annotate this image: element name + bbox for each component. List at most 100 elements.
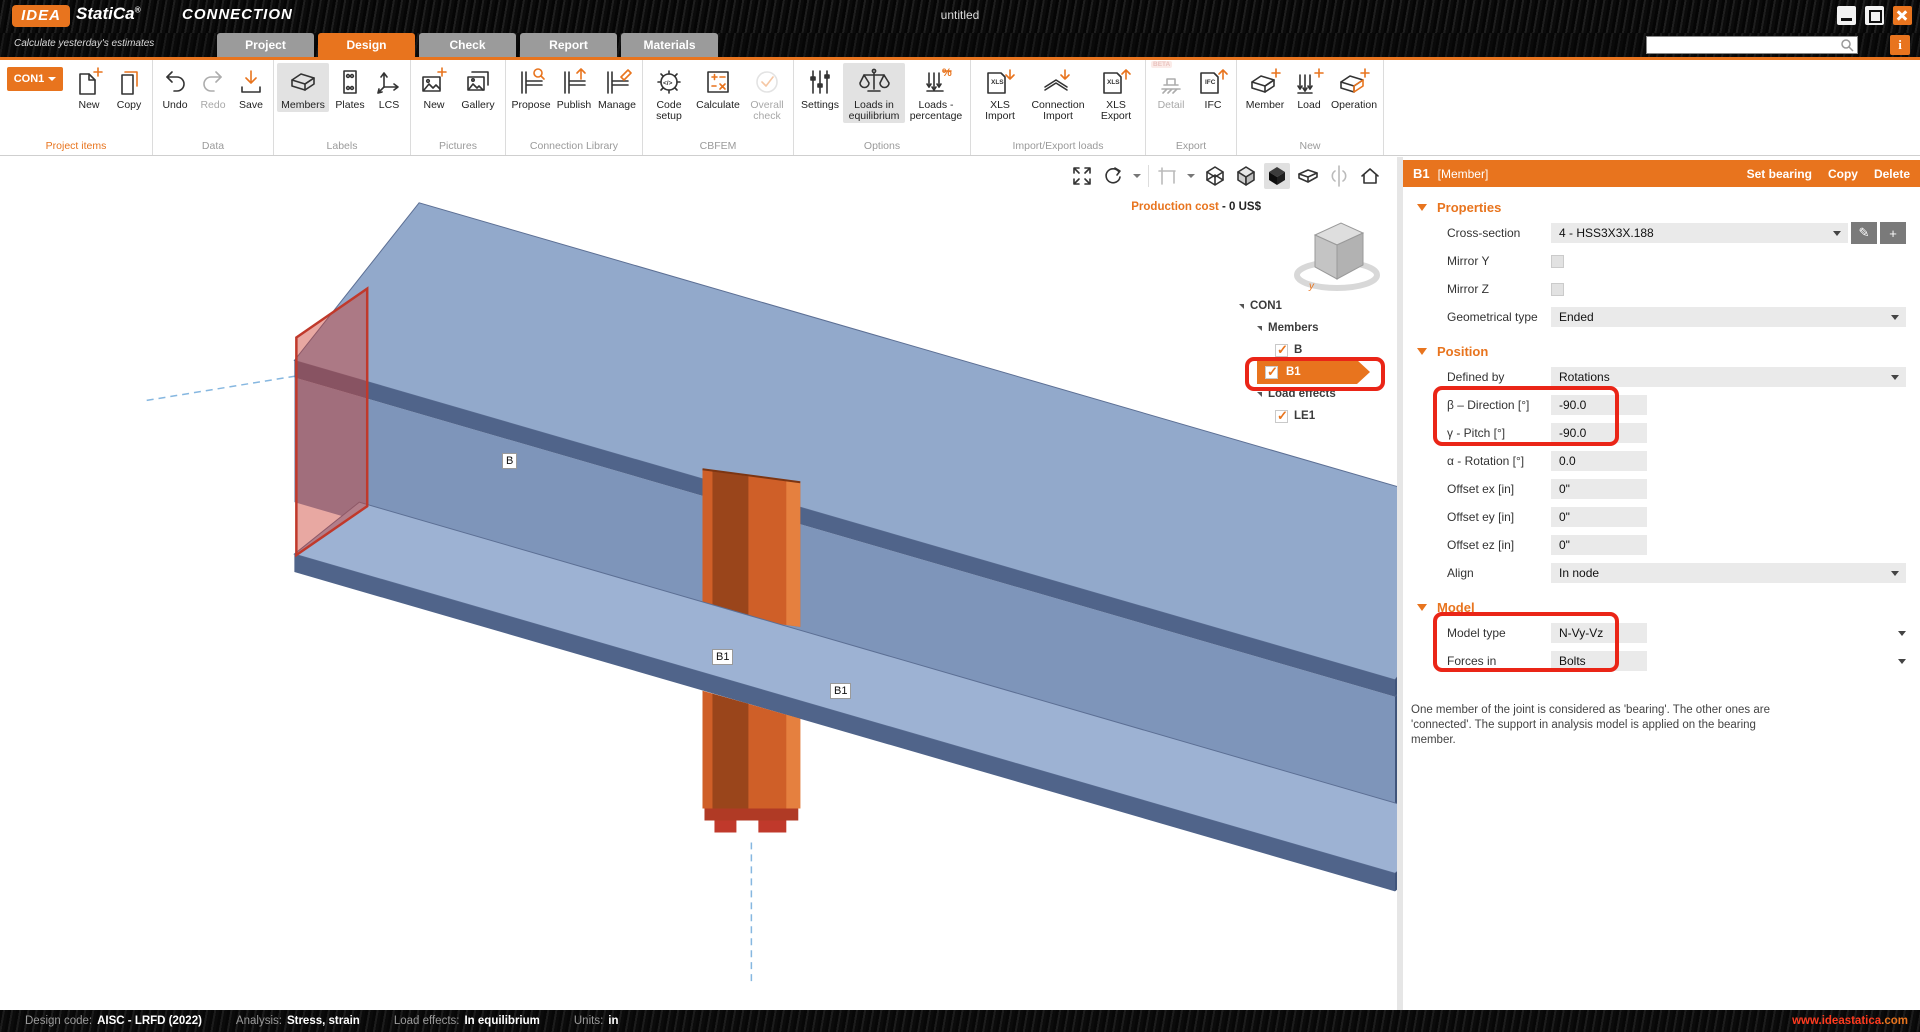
publish-button[interactable]: Publish (553, 63, 595, 112)
row-mirror-z: Mirror Z (1403, 275, 1920, 303)
loads-in-equilibrium-button[interactable]: Loads in equilibrium (843, 63, 905, 123)
navigation-cube[interactable]: y (1287, 213, 1387, 302)
chevron-down-icon[interactable] (1187, 174, 1195, 178)
close-button[interactable] (1893, 6, 1912, 25)
chevron-down-icon[interactable] (1898, 631, 1906, 636)
tab-check[interactable]: Check (419, 33, 516, 57)
set-bearing-button[interactable]: Set bearing (1747, 167, 1812, 181)
property-label: Forces in (1447, 654, 1551, 668)
property-label: Offset ey [in] (1447, 510, 1551, 524)
brand-name: StatiCa® (76, 4, 140, 24)
tree-item-members[interactable]: Members (1237, 317, 1389, 339)
chevron-down-icon[interactable] (1898, 659, 1906, 664)
xls-import-button[interactable]: XLS XLS Import (974, 63, 1026, 123)
geometrical-type-select[interactable]: Ended (1551, 307, 1906, 327)
gamma-pitch-field[interactable]: -90.0 (1551, 423, 1647, 443)
overall-check-button[interactable]: Overall check (744, 63, 790, 123)
chevron-down-icon[interactable] (1133, 174, 1141, 178)
tree-item-con1[interactable]: CON1 (1237, 295, 1389, 317)
viewport-3d[interactable]: B B1 B1 Production cost - 0 US$ (0, 157, 1403, 1010)
selected-member-highlight[interactable]: B1 (1257, 360, 1357, 384)
manage-button[interactable]: Manage (595, 63, 639, 112)
loads-percentage-button[interactable]: % Loads - percentage (905, 63, 967, 123)
undo-button[interactable]: Undo (156, 63, 194, 112)
info-button[interactable]: i (1890, 35, 1910, 55)
offset-ex-field[interactable]: 0" (1551, 479, 1647, 499)
new-picture-button[interactable]: New (414, 63, 454, 112)
model-type-select[interactable]: N-Vy-Vz (1551, 623, 1647, 643)
section-properties[interactable]: Properties (1403, 195, 1920, 219)
fit-view-icon[interactable] (1069, 163, 1095, 189)
wireframe-view-icon[interactable] (1202, 163, 1228, 189)
connection-selector-label: CON1 (14, 73, 45, 85)
section-view-icon[interactable] (1154, 163, 1180, 189)
search-input[interactable] (1646, 36, 1858, 54)
new-operation-button[interactable]: Operation (1328, 63, 1380, 112)
new-item-button[interactable]: New (69, 63, 109, 112)
maximize-button[interactable] (1865, 6, 1884, 25)
offset-ez-field[interactable]: 0" (1551, 535, 1647, 555)
xls-export-button[interactable]: XLS XLS Export (1090, 63, 1142, 123)
cross-section-select[interactable]: 4 - HSS3X3X.188 (1551, 223, 1848, 243)
connection-selector[interactable]: CON1 (7, 67, 63, 91)
propose-button[interactable]: Propose (509, 63, 553, 112)
delete-member-button[interactable]: Delete (1874, 167, 1910, 181)
section-model[interactable]: Model (1403, 595, 1920, 619)
tree-item-b[interactable]: B (1237, 339, 1389, 361)
checkbox-checked[interactable] (1265, 366, 1278, 379)
checkbox-checked[interactable] (1275, 410, 1288, 423)
property-label: Cross-section (1447, 226, 1551, 240)
group-label: Project items (3, 139, 149, 155)
checkbox-checked[interactable] (1275, 344, 1288, 357)
tree-item-load-effects[interactable]: Load effects (1237, 383, 1389, 405)
website-link[interactable]: www.ideastatica.com (1792, 1015, 1908, 1027)
align-select[interactable]: In node (1551, 563, 1906, 583)
detail-export-button[interactable]: BETA Detail (1149, 63, 1193, 112)
mirror-view-icon[interactable] (1326, 163, 1352, 189)
home-view-icon[interactable] (1357, 163, 1383, 189)
beta-direction-field[interactable]: -90.0 (1551, 395, 1647, 415)
solid-view-icon[interactable] (1264, 163, 1290, 189)
edit-cross-section-button[interactable]: ✎ (1851, 222, 1877, 244)
new-load-button[interactable]: Load (1290, 63, 1328, 112)
minimize-button[interactable] (1837, 6, 1856, 25)
rotate-view-icon[interactable] (1100, 163, 1126, 189)
settings-button[interactable]: Settings (797, 63, 843, 112)
add-cross-section-button[interactable]: + (1880, 222, 1906, 244)
members-labels-button[interactable]: Members (277, 63, 329, 112)
plate-icon (335, 64, 365, 100)
ifc-export-button[interactable]: IFC IFC (1193, 63, 1233, 112)
tab-report[interactable]: Report (520, 33, 617, 57)
new-member-button[interactable]: Member (1240, 63, 1290, 112)
defined-by-select[interactable]: Rotations (1551, 367, 1906, 387)
redo-button[interactable]: Redo (194, 63, 232, 112)
mirror-y-checkbox[interactable] (1551, 255, 1564, 268)
copy-member-button[interactable]: Copy (1828, 167, 1858, 181)
forces-in-select[interactable]: Bolts (1551, 651, 1647, 671)
shaded-view-icon[interactable] (1233, 163, 1259, 189)
calculate-button[interactable]: Calculate (692, 63, 744, 112)
tab-materials[interactable]: Materials (621, 33, 718, 57)
code-setup-button[interactable]: </> Code setup (646, 63, 692, 123)
row-offset-ex: Offset ex [in] 0" (1403, 475, 1920, 503)
tree-item-b1[interactable]: B1 (1237, 361, 1389, 383)
section-position[interactable]: Position (1403, 339, 1920, 363)
lcs-labels-button[interactable]: LCS (371, 63, 407, 112)
expander-icon[interactable] (1239, 304, 1244, 309)
plates-labels-button[interactable]: Plates (329, 63, 371, 112)
tree-item-le1[interactable]: LE1 (1237, 405, 1389, 427)
tab-project[interactable]: Project (217, 33, 314, 57)
copy-item-button[interactable]: Copy (109, 63, 149, 112)
gallery-button[interactable]: Gallery (454, 63, 502, 112)
connection-import-button[interactable]: Connection Import (1026, 63, 1090, 123)
offset-ey-field[interactable]: 0" (1551, 507, 1647, 527)
mirror-z-checkbox[interactable] (1551, 283, 1564, 296)
save-button[interactable]: Save (232, 63, 270, 112)
expander-icon[interactable] (1257, 392, 1262, 397)
tab-design[interactable]: Design (318, 33, 415, 57)
clip-view-icon[interactable] (1295, 163, 1321, 189)
alpha-rotation-field[interactable]: 0.0 (1551, 451, 1647, 471)
expander-icon[interactable] (1257, 326, 1262, 331)
row-model-type: Model type N-Vy-Vz (1403, 619, 1920, 647)
scene-3d[interactable] (0, 157, 1397, 1010)
